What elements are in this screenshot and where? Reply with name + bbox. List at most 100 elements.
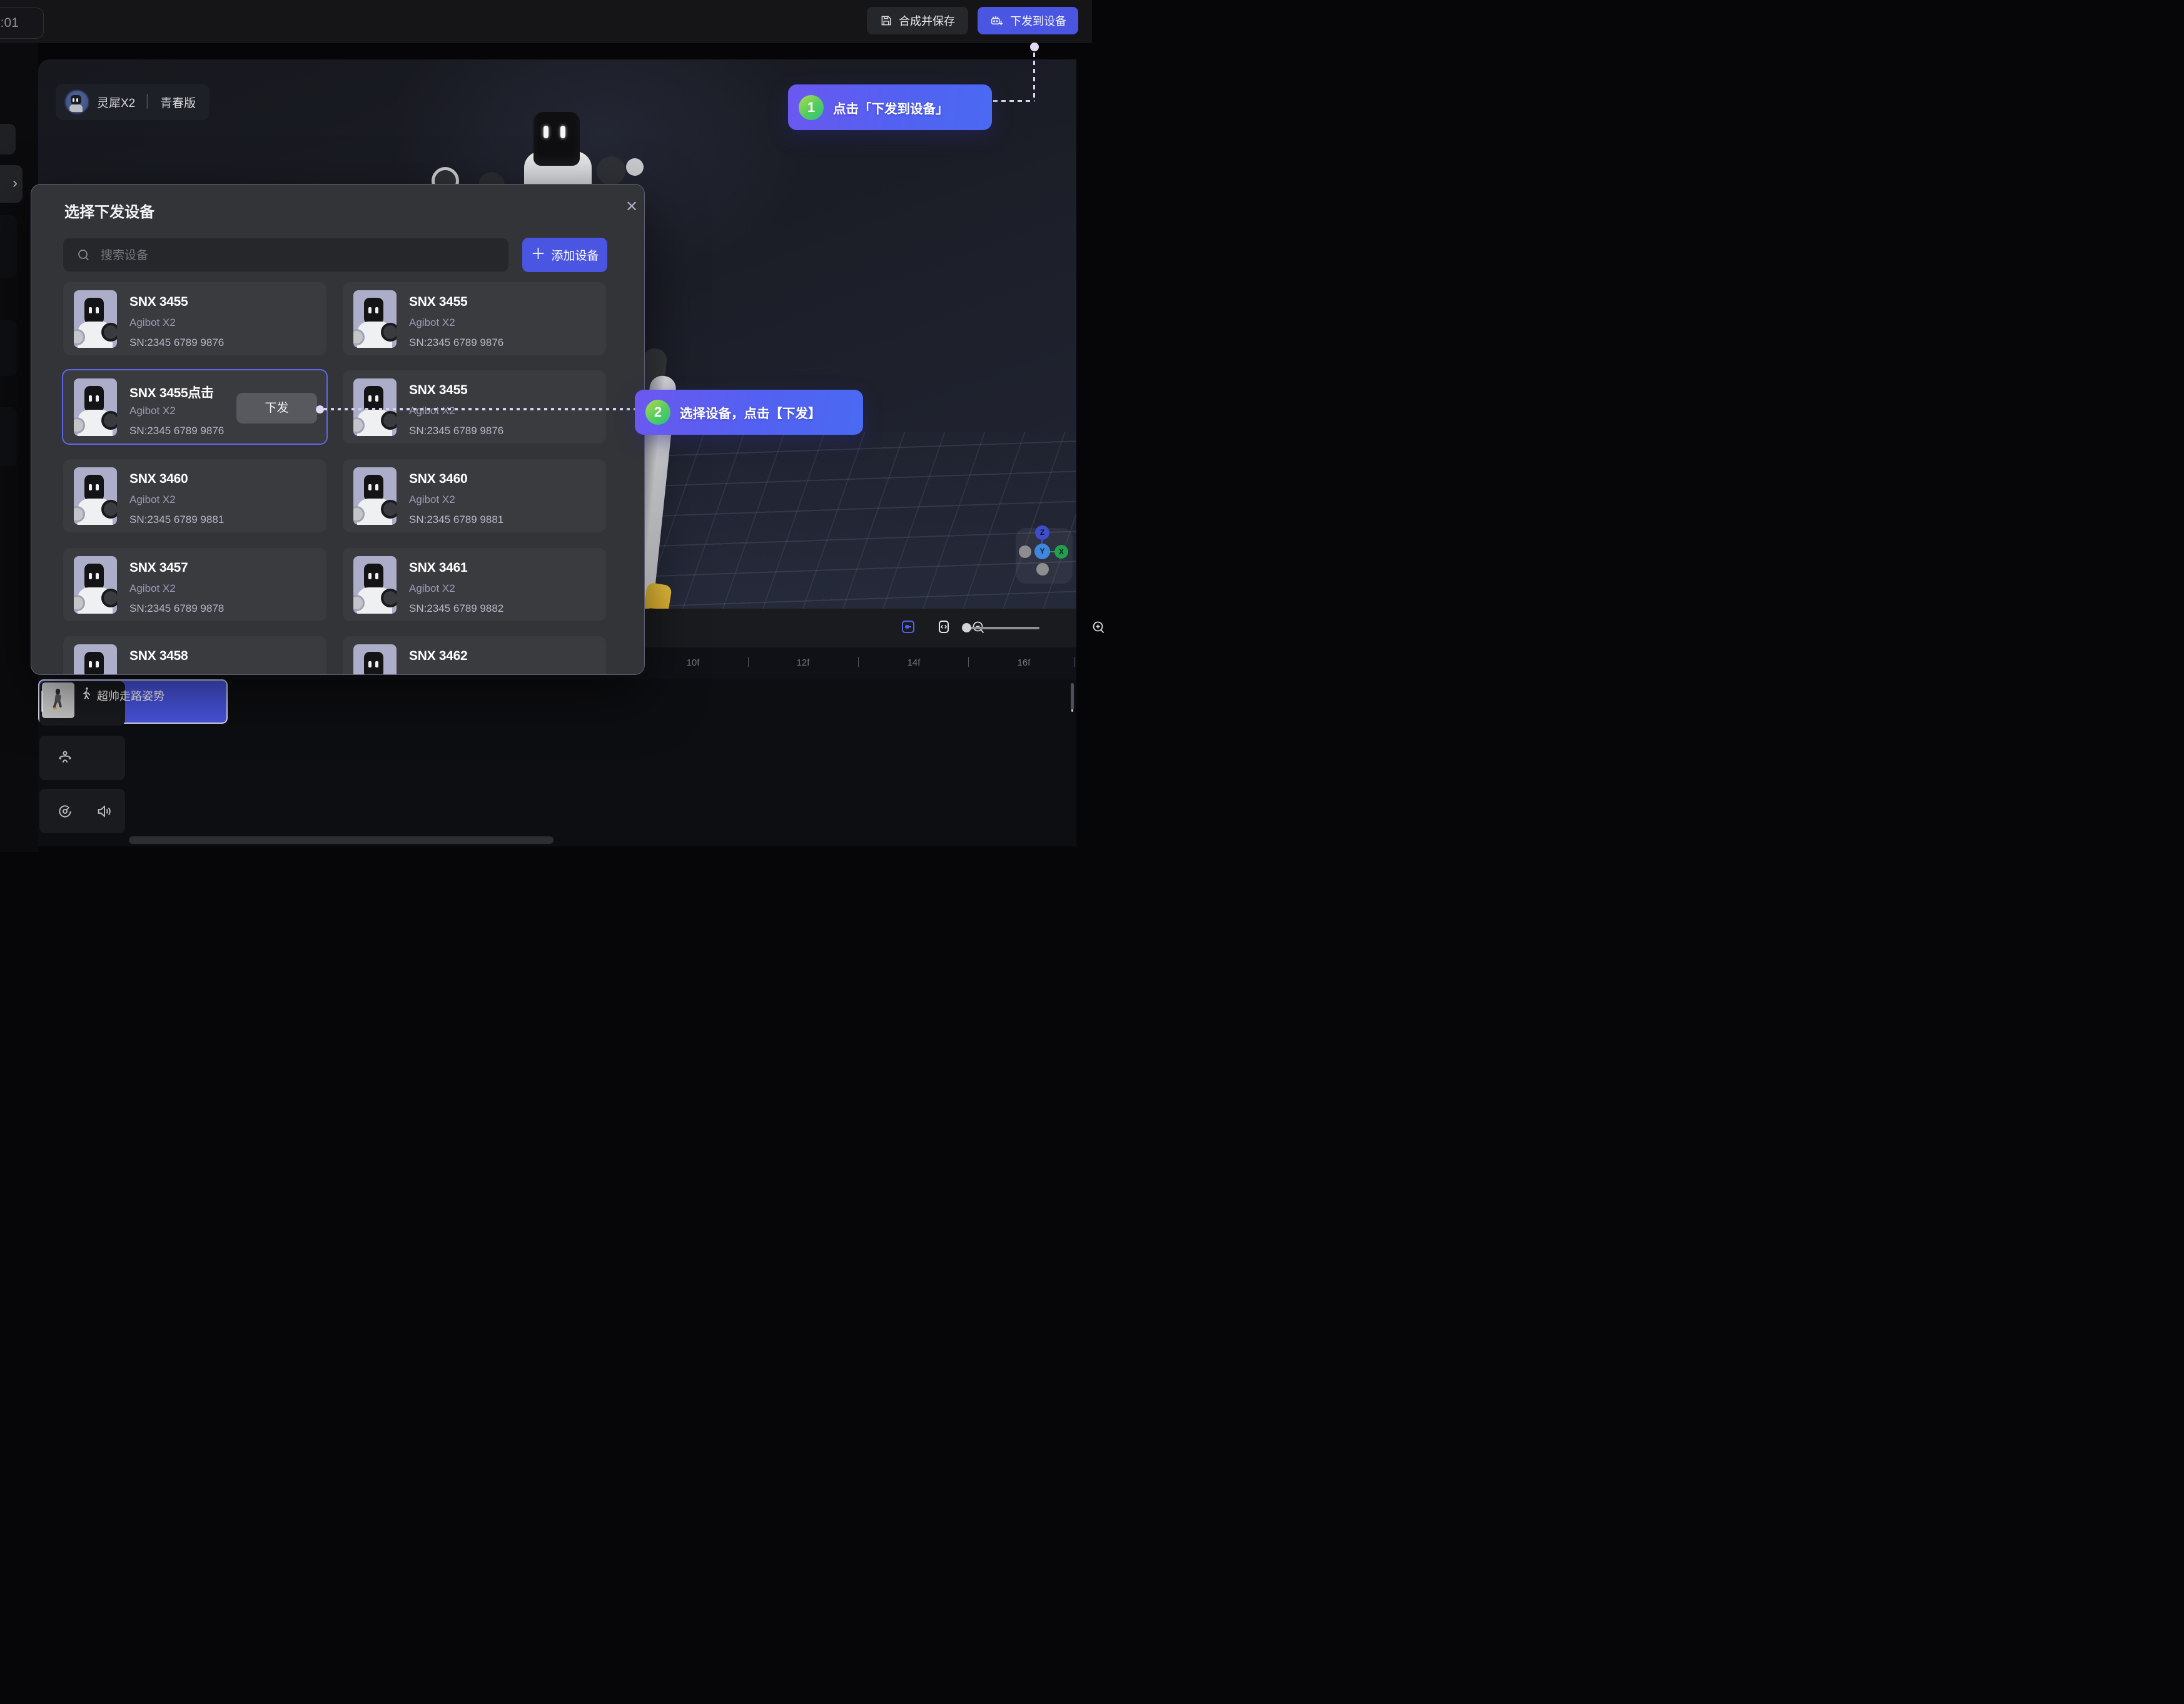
floor-grid [625,432,1076,609]
timeline-clip[interactable]: 超帅走路姿势 [38,679,228,724]
clip-left-handle[interactable] [41,691,43,712]
device-name: SNX 3455 [409,383,467,398]
device-card[interactable]: SNX 3457 Agibot X2 SN:2345 6789 9878 [63,548,326,621]
speed-audio-track-header[interactable] [39,789,125,833]
device-name: SNX 3461 [409,560,467,576]
ruler-label: 16f [1018,657,1031,668]
action-track-header[interactable] [39,736,125,780]
deploy-button-label: 下发到设备 [1010,13,1066,29]
device-card[interactable]: SNX 3455 Agibot X2 SN:2345 6789 9876 [343,370,606,444]
guide-connector-dot [1030,43,1039,51]
robot-right-shoulder [597,156,625,185]
step-1-badge: 1 [799,95,824,120]
ruler-label: 10f [687,657,700,668]
robot-download-icon [989,14,1004,27]
save-button[interactable]: 合成并保存 [867,7,968,34]
close-icon[interactable]: ✕ [620,196,643,218]
guide-connector-line [993,100,1034,102]
duration-pill: 2:01 [0,8,44,39]
deploy-to-device-button[interactable]: 下发到设备 [978,7,1078,34]
keyframe-track-toggle-button[interactable] [901,620,915,637]
device-name: SNX 3455 [409,295,467,310]
device-name: SNX 3455点击 [129,383,214,402]
modal-title: 选择下发设备 [64,200,154,221]
step-1-text: 点击「下发到设备」 [833,98,949,117]
ruler-label: 12f [797,657,810,668]
guide-step-2-tooltip: 2 选择设备，点击【下发】 [635,390,863,435]
device-thumbnail [74,644,117,675]
device-model: Agibot X2 [409,582,455,595]
device-thumbnail [353,556,397,614]
gizmo-negative-x-handle[interactable] [1019,545,1031,558]
device-serial: SN:2345 6789 9876 [409,425,503,437]
project-divider: │ [143,95,153,109]
axis-gizmo[interactable]: Z Y X [1016,528,1073,584]
device-model: Agibot X2 [409,494,455,506]
device-card-selected[interactable]: SNX 3455点击 Agibot X2 SN:2345 6789 9876 下… [62,369,328,445]
device-card[interactable]: SNX 3455 Agibot X2 SN:2345 6789 9876 [343,282,606,355]
gizmo-y-handle[interactable]: Y [1034,544,1050,559]
device-card[interactable]: SNX 3461 Agibot X2 SN:2345 6789 9882 [343,548,606,621]
device-card[interactable]: SNX 3460 Agibot X2 SN:2345 6789 9881 [63,459,326,532]
ruler-tick [858,657,859,667]
project-edition: 青春版 [160,94,196,111]
gizmo-x-handle[interactable]: X [1054,545,1068,559]
fit-timeline-button[interactable] [937,620,951,637]
zoom-in-icon[interactable] [1091,620,1106,638]
device-name: SNX 3460 [409,472,467,487]
device-name: SNX 3455 [129,295,188,310]
search-input[interactable] [99,238,496,273]
device-thumbnail [74,378,117,436]
device-model: Agibot X2 [129,405,176,417]
guide-connector-line [324,408,635,410]
robot-avatar [64,89,89,114]
vertical-scrollbar[interactable] [1071,683,1074,709]
plus-icon: ＋ [530,247,545,262]
device-thumbnail [353,378,397,436]
device-serial: SN:2345 6789 9881 [409,514,503,526]
guide-connector-dot [316,405,324,413]
device-thumbnail [74,467,117,525]
project-chip[interactable]: 灵犀X2 │ 青春版 [56,84,210,120]
device-card[interactable]: SNX 3455 Agibot X2 SN:2345 6789 9876 [63,282,326,355]
guide-connector-line [1033,53,1035,101]
guide-step-1-tooltip: 1 点击「下发到设备」 [788,84,992,130]
timeline-tracks: 超帅走路姿势 [38,679,1076,846]
device-search-box[interactable] [63,238,508,271]
ruler-tick [748,657,749,667]
timeline-zoom-slider-knob[interactable] [962,623,971,632]
sidebar-thumbnail[interactable] [0,215,17,278]
device-card[interactable]: SNX 3458 [63,636,326,675]
add-device-button[interactable]: ＋ 添加设备 [522,238,607,272]
gizmo-z-handle[interactable]: Z [1035,525,1049,540]
timeline-zoom-slider[interactable] [966,627,1039,629]
sidebar-thumbnail[interactable] [0,320,17,376]
device-serial: SN:2345 6789 9876 [409,337,503,349]
sidebar-expand-button[interactable]: › [0,165,23,203]
top-bar: 2:01 合成并保存 下发到设备 [0,0,1092,43]
grid-lines-vertical [625,432,1076,609]
clip-label: 超帅走路姿势 [97,687,164,704]
device-serial: SN:2345 6789 9882 [409,602,503,615]
ruler-label: 14f [907,657,921,668]
device-name: SNX 3457 [129,560,188,576]
sidebar-thumbnail[interactable] [0,407,17,466]
select-device-modal: 选择下发设备 ✕ ＋ 添加设备 SNX 3455 Agibot X2 SN:23… [31,184,645,675]
device-thumbnail [74,556,117,614]
horizontal-scrollbar[interactable] [129,836,554,844]
device-serial: SN:2345 6789 9878 [129,602,224,615]
device-serial: SN:2345 6789 9881 [129,514,224,526]
device-thumbnail [353,467,397,525]
device-serial: SN:2345 6789 9876 [129,337,224,349]
device-card[interactable]: SNX 3462 [343,636,606,675]
gizmo-negative-z-handle[interactable] [1036,563,1049,576]
project-name: 灵犀X2 [97,94,135,111]
device-model: Agibot X2 [409,405,455,417]
save-icon [880,14,892,27]
device-name: SNX 3458 [129,649,188,664]
deploy-button[interactable]: 下发 [236,393,317,423]
device-card[interactable]: SNX 3460 Agibot X2 SN:2345 6789 9881 [343,459,606,532]
sidebar-item[interactable] [0,124,16,155]
robot-head [533,112,580,166]
device-model: Agibot X2 [129,582,176,595]
